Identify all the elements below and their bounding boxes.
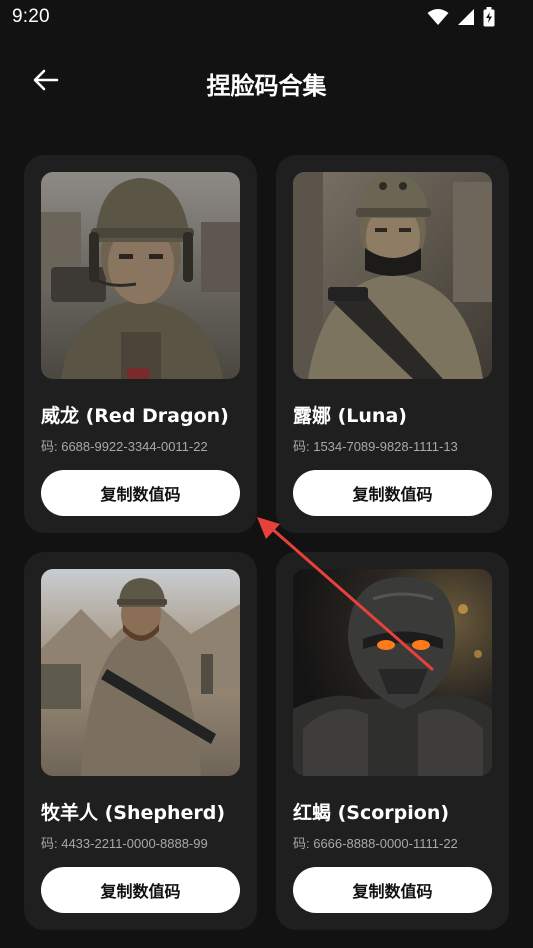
face-code-grid: 威龙 (Red Dragon) 码: 6688-9922-3344-0011-2… — [24, 155, 510, 930]
character-name: 露娜 (Luna) — [293, 405, 407, 427]
status-time: 9:20 — [12, 6, 50, 27]
character-card: 牧羊人 (Shepherd) 码: 4433-2211-0000-8888-99… — [24, 552, 257, 930]
copy-code-button[interactable]: 复制数值码 — [41, 867, 240, 913]
battery-charging-icon — [483, 7, 495, 27]
face-code: 码: 6666-8888-0000-1111-22 — [293, 836, 458, 851]
copy-code-button[interactable]: 复制数值码 — [293, 470, 492, 516]
character-card: 威龙 (Red Dragon) 码: 6688-9922-3344-0011-2… — [24, 155, 257, 533]
character-card: 红蝎 (Scorpion) 码: 6666-8888-0000-1111-22 … — [276, 552, 509, 930]
wifi-icon — [427, 8, 449, 26]
character-image — [293, 569, 492, 776]
character-name: 威龙 (Red Dragon) — [41, 405, 229, 427]
face-code: 码: 6688-9922-3344-0011-22 — [41, 439, 208, 454]
character-image — [41, 172, 240, 379]
face-code: 码: 1534-7089-9828-1111-13 — [293, 439, 458, 454]
status-icons — [427, 7, 495, 27]
cellular-signal-icon — [457, 8, 475, 26]
face-code: 码: 4433-2211-0000-8888-99 — [41, 836, 208, 851]
character-name: 牧羊人 (Shepherd) — [41, 802, 226, 824]
copy-code-button[interactable]: 复制数值码 — [41, 470, 240, 516]
status-bar: 9:20 — [0, 0, 533, 36]
character-image — [293, 172, 492, 379]
character-card: 露娜 (Luna) 码: 1534-7089-9828-1111-13 复制数值… — [276, 155, 509, 533]
copy-code-button[interactable]: 复制数值码 — [293, 867, 492, 913]
app-header: 捏脸码合集 — [0, 54, 533, 110]
character-name: 红蝎 (Scorpion) — [293, 802, 450, 824]
page-title: 捏脸码合集 — [206, 72, 327, 100]
character-image — [41, 569, 240, 776]
